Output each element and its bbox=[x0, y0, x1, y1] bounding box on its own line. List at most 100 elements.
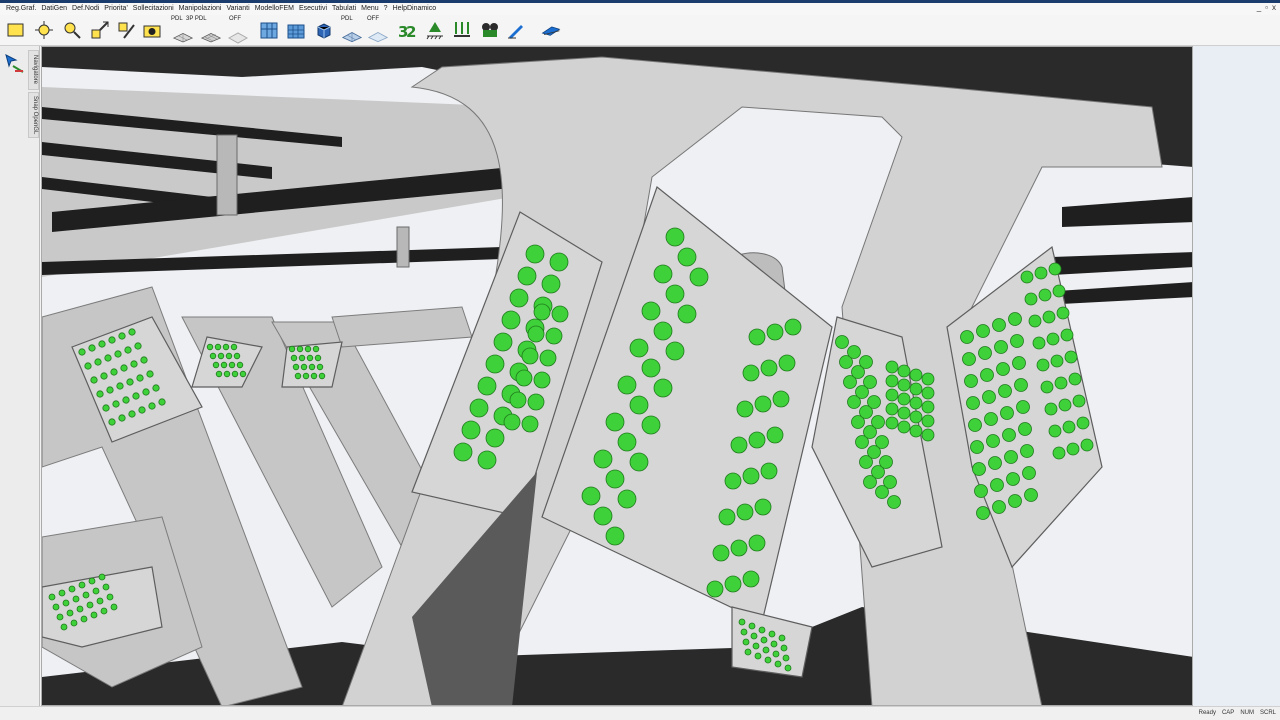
bolt-icon bbox=[1072, 394, 1086, 408]
bolt-icon bbox=[1032, 336, 1046, 350]
snap-opengl-tab[interactable]: Snap OpenGL bbox=[28, 92, 39, 138]
bolt-icon bbox=[996, 362, 1010, 376]
bolt-icon bbox=[1008, 312, 1022, 326]
bolt-icon bbox=[641, 415, 661, 435]
bolt-icon bbox=[76, 605, 84, 613]
bolt-icon bbox=[1014, 378, 1028, 392]
bolt-icon bbox=[748, 328, 766, 346]
bolt-icon bbox=[152, 384, 160, 392]
pan-arrows-icon[interactable] bbox=[90, 18, 110, 42]
camera-render-icon[interactable] bbox=[480, 18, 500, 42]
solid-box-icon[interactable] bbox=[314, 18, 334, 42]
navigator-arrow-icon[interactable] bbox=[3, 52, 25, 74]
bolt-icon bbox=[748, 534, 766, 552]
bolt-icon bbox=[222, 343, 230, 351]
bolt-icon bbox=[1066, 442, 1080, 456]
pencil-edit-icon[interactable] bbox=[506, 18, 526, 42]
frame-view-icon[interactable] bbox=[259, 18, 279, 42]
bolt-icon bbox=[750, 632, 758, 640]
menu-item[interactable]: Sollecitazioni bbox=[133, 4, 174, 14]
menu-item[interactable]: ? bbox=[384, 4, 388, 14]
bolt-icon bbox=[70, 619, 78, 627]
svg-text:2: 2 bbox=[406, 23, 416, 40]
bolt-icon bbox=[110, 603, 118, 611]
menu-item[interactable]: Menu bbox=[361, 4, 379, 14]
menu-item[interactable]: HelpDinamico bbox=[393, 4, 437, 14]
bolt-icon bbox=[1056, 306, 1070, 320]
status-scrl: SCRL bbox=[1259, 710, 1276, 716]
zoom-lens-icon[interactable] bbox=[62, 18, 82, 42]
bolt-icon bbox=[288, 345, 296, 353]
bolt-icon bbox=[1060, 328, 1074, 342]
bolt-icon bbox=[294, 372, 302, 380]
menu-item[interactable]: Priorita' bbox=[104, 4, 128, 14]
supports-icon[interactable] bbox=[425, 18, 445, 42]
bolt-icon bbox=[1022, 466, 1036, 480]
bolt-icon bbox=[748, 431, 766, 449]
bolt-icon bbox=[665, 341, 685, 361]
menu-item[interactable]: Varianti bbox=[226, 4, 249, 14]
bolt-icon bbox=[209, 352, 217, 360]
select-rectangle-icon[interactable] bbox=[6, 18, 26, 42]
bolt-icon bbox=[921, 414, 935, 428]
bolt-icon bbox=[217, 352, 225, 360]
navigator-tab[interactable]: Navigatore bbox=[28, 50, 39, 90]
application-window: Reg.Graf. DatiGen Def.Nodi Priorita' Solleci… bbox=[0, 0, 1280, 720]
building-view-icon[interactable] bbox=[286, 18, 306, 42]
bolt-icon bbox=[754, 652, 762, 660]
bolt-icon bbox=[230, 343, 238, 351]
mesh-blue-icon[interactable] bbox=[340, 23, 364, 47]
bolt-icon bbox=[909, 382, 923, 396]
menu-item[interactable]: Tabulati bbox=[332, 4, 356, 14]
bolt-icon bbox=[885, 402, 899, 416]
bolt-icon bbox=[1046, 332, 1060, 346]
bolt-icon bbox=[760, 359, 778, 377]
bolt-icon bbox=[1062, 420, 1076, 434]
mesh-plane-icon[interactable] bbox=[170, 23, 196, 47]
mesh-light-icon[interactable] bbox=[366, 23, 390, 47]
plate-view-icon[interactable] bbox=[538, 18, 564, 42]
close-button[interactable]: x bbox=[1272, 3, 1276, 12]
bolt-icon bbox=[974, 484, 988, 498]
bolt-icon bbox=[90, 376, 98, 384]
pdl-3p-label: 3P PDL bbox=[186, 16, 207, 22]
numbering-icon[interactable]: 32 bbox=[397, 18, 417, 42]
minimize-button[interactable]: _ bbox=[1257, 3, 1261, 12]
bolt-icon bbox=[724, 575, 742, 593]
menu-item[interactable]: Manipolazioni bbox=[179, 4, 222, 14]
bolt-icon bbox=[986, 434, 1000, 448]
loads-icon[interactable] bbox=[452, 18, 472, 42]
bolt-icon bbox=[778, 354, 796, 372]
bolt-icon bbox=[82, 591, 90, 599]
camera-icon[interactable] bbox=[142, 18, 162, 42]
zoom-window-icon[interactable] bbox=[116, 18, 136, 42]
menu-item[interactable]: Def.Nodi bbox=[72, 4, 99, 14]
bolt-icon bbox=[318, 372, 326, 380]
bolt-icon bbox=[509, 391, 527, 409]
bolt-icon bbox=[549, 252, 569, 272]
menu-item[interactable]: Reg.Graf. bbox=[6, 4, 36, 14]
3d-viewport[interactable] bbox=[41, 46, 1193, 706]
bolt-icon bbox=[215, 370, 223, 378]
bolt-icon bbox=[766, 426, 784, 444]
bolt-icon bbox=[239, 370, 247, 378]
zoom-sun-icon[interactable] bbox=[34, 18, 54, 42]
bolt-icon bbox=[66, 609, 74, 617]
bolt-icon bbox=[859, 355, 873, 369]
mesh-grid-icon[interactable] bbox=[198, 23, 224, 47]
bolt-icon bbox=[835, 335, 849, 349]
bolt-icon bbox=[84, 362, 92, 370]
bolt-icon bbox=[966, 396, 980, 410]
bolt-icon bbox=[909, 396, 923, 410]
restore-button[interactable]: ▫ bbox=[1265, 3, 1268, 12]
menu-item[interactable]: Esecutivi bbox=[299, 4, 327, 14]
off-label-2: OFF bbox=[367, 16, 379, 22]
mesh-off-icon[interactable] bbox=[228, 23, 248, 47]
bolt-icon bbox=[1000, 406, 1014, 420]
bolt-icon bbox=[314, 354, 322, 362]
bolt-icon bbox=[863, 375, 877, 389]
menu-item[interactable]: DatiGen bbox=[41, 4, 67, 14]
bolt-icon bbox=[897, 378, 911, 392]
left-tool-panel: Navigatore Snap OpenGL bbox=[0, 46, 40, 706]
menu-item[interactable]: ModelloFEM bbox=[255, 4, 294, 14]
